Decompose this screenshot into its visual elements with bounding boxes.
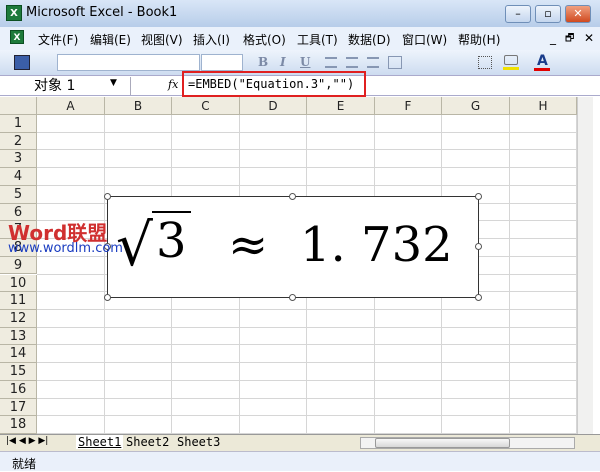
row-header-15[interactable]: 15 <box>0 363 37 381</box>
name-box-dropdown-icon[interactable]: ▼ <box>110 78 117 88</box>
column-header-G[interactable]: G <box>442 97 510 115</box>
select-all-corner[interactable] <box>0 97 37 115</box>
row-header-1[interactable]: 1 <box>0 115 37 133</box>
tab-scroll-buttons[interactable]: |◀ ◀ ▶ ▶| <box>6 436 48 446</box>
menu-format[interactable]: 格式(O) <box>243 31 286 48</box>
minimize-button[interactable]: – <box>505 5 531 23</box>
grid-line <box>37 415 577 417</box>
menu-bar: X 文件(F) 编辑(E) 视图(V) 插入(I) 格式(O) 工具(T) 数据… <box>0 27 600 50</box>
row-header-3[interactable]: 3 <box>0 150 37 169</box>
doc-restore-button[interactable]: 🗗 <box>565 31 574 48</box>
font-name-select[interactable] <box>57 54 200 71</box>
status-text: 就绪 <box>12 457 37 471</box>
save-icon[interactable] <box>14 55 30 70</box>
grid-line <box>37 379 577 381</box>
tab-sheet3[interactable]: Sheet3 <box>177 435 220 449</box>
status-bar: 就绪 <box>0 451 600 471</box>
row-header-13[interactable]: 13 <box>0 327 37 346</box>
resize-handle[interactable] <box>475 193 482 200</box>
grid-line <box>509 115 510 434</box>
menu-file[interactable]: 文件(F) <box>38 31 78 48</box>
grid-line <box>37 344 577 346</box>
vertical-scrollbar[interactable] <box>577 97 593 434</box>
grid-line <box>37 326 577 328</box>
radicand: 3 <box>152 211 191 269</box>
grid-line <box>37 397 577 399</box>
row-header-9[interactable]: 9 <box>0 256 37 275</box>
watermark-url: www.wordlm.com <box>8 241 123 256</box>
grid-line <box>37 308 577 310</box>
row-header-4[interactable]: 4 <box>0 168 37 186</box>
resize-handle[interactable] <box>289 294 296 301</box>
row-header-12[interactable]: 12 <box>0 309 37 328</box>
font-color-button[interactable]: A <box>537 53 548 69</box>
formula-bar: 对象 1 ▼ fx =EMBED("Equation.3","") <box>0 71 600 97</box>
grid-line <box>104 115 105 434</box>
menu-window[interactable]: 窗口(W) <box>402 31 447 48</box>
insert-function-icon[interactable]: fx <box>168 78 178 91</box>
menu-edit[interactable]: 编辑(E) <box>90 31 131 48</box>
column-header-F[interactable]: F <box>375 97 442 115</box>
align-left-icon[interactable] <box>325 57 337 68</box>
approx-sign: ≈ <box>228 217 269 273</box>
title-bar: X Microsoft Excel - Book1 – ▫ ✕ <box>0 0 600 27</box>
doc-close-button[interactable]: ✕ <box>584 31 594 45</box>
grid-line <box>37 362 577 364</box>
column-header-D[interactable]: D <box>240 97 307 115</box>
borders-icon[interactable] <box>478 56 492 69</box>
menu-view[interactable]: 视图(V) <box>141 31 183 48</box>
excel-app-icon: X <box>6 5 22 21</box>
resize-handle[interactable] <box>475 294 482 301</box>
italic-button[interactable]: I <box>280 55 286 69</box>
row-header-10[interactable]: 10 <box>0 274 37 293</box>
row-header-17[interactable]: 17 <box>0 398 37 417</box>
underline-button[interactable]: U <box>300 55 310 69</box>
menu-data[interactable]: 数据(D) <box>348 31 391 48</box>
merge-center-icon[interactable] <box>388 56 402 69</box>
row-header-16[interactable]: 16 <box>0 380 37 399</box>
align-right-icon[interactable] <box>367 57 379 68</box>
scrollbar-thumb[interactable] <box>375 438 510 448</box>
align-center-icon[interactable] <box>346 57 358 68</box>
row-header-2[interactable]: 2 <box>0 132 37 151</box>
resize-handle[interactable] <box>475 243 482 250</box>
workbook-icon[interactable]: X <box>10 30 24 44</box>
column-header-A[interactable]: A <box>37 97 105 115</box>
fill-color-icon[interactable] <box>504 55 518 65</box>
column-header-E[interactable]: E <box>307 97 375 115</box>
tab-sheet2[interactable]: Sheet2 <box>126 435 169 449</box>
menu-insert[interactable]: 插入(I) <box>193 31 230 48</box>
row-header-11[interactable]: 11 <box>0 292 37 310</box>
font-color-swatch <box>534 68 550 71</box>
row-header-5[interactable]: 5 <box>0 185 37 204</box>
column-header-C[interactable]: C <box>172 97 240 115</box>
formula-input[interactable]: =EMBED("Equation.3","") <box>182 71 366 97</box>
tab-sheet1[interactable]: Sheet1 <box>76 435 124 449</box>
column-header-H[interactable]: H <box>510 97 577 115</box>
grid-line <box>37 184 577 186</box>
row-header-18[interactable]: 18 <box>0 416 37 434</box>
sheet-tab-bar: |◀ ◀ ▶ ▶| Sheet1 Sheet2 Sheet3 <box>0 434 600 451</box>
restore-button[interactable]: ▫ <box>535 5 561 23</box>
doc-minimize-button[interactable]: _ <box>550 31 556 45</box>
fill-color-swatch <box>503 67 519 70</box>
resize-handle[interactable] <box>104 193 111 200</box>
row-header-14[interactable]: 14 <box>0 345 37 364</box>
close-button[interactable]: ✕ <box>565 5 591 23</box>
column-header-B[interactable]: B <box>105 97 172 115</box>
equation-object[interactable]: √ 3 ≈ 1. 732 <box>107 196 479 298</box>
window-title: Microsoft Excel - Book1 <box>26 5 178 20</box>
grid-line <box>37 149 577 151</box>
equation-value: 1. 732 <box>300 217 453 273</box>
grid-line <box>37 131 577 133</box>
horizontal-scrollbar[interactable] <box>360 437 575 449</box>
bold-button[interactable]: B <box>258 55 268 69</box>
menu-tools[interactable]: 工具(T) <box>297 31 338 48</box>
grid-line <box>37 167 577 169</box>
resize-handle[interactable] <box>104 294 111 301</box>
resize-handle[interactable] <box>289 193 296 200</box>
menu-help[interactable]: 帮助(H) <box>458 31 500 48</box>
font-size-select[interactable] <box>201 54 243 71</box>
